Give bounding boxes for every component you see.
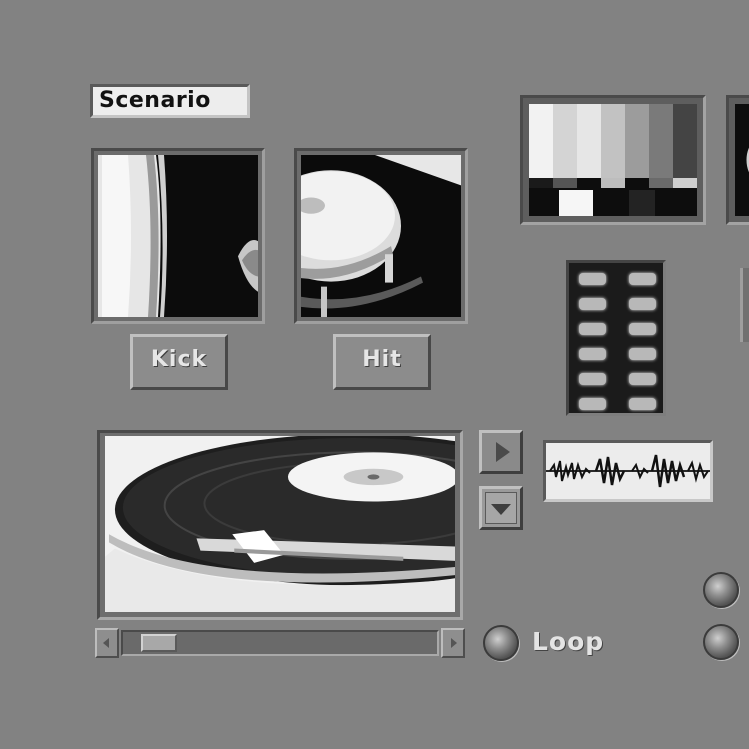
audio-waveform-icon [546,443,710,499]
meter-led [579,398,606,410]
preview-frame [97,430,463,620]
kick-button[interactable]: Kick [130,334,228,390]
meter-led [579,298,606,310]
scroll-track[interactable] [121,630,439,656]
loop-label: Loop [532,627,605,656]
preview-scrollbar[interactable] [95,628,465,658]
hit-thumbnail-frame[interactable] [294,148,468,324]
meter-led [579,348,606,360]
down-triangle-icon [491,504,511,515]
play-button[interactable] [479,430,523,474]
option-radio-2[interactable] [703,624,739,660]
hit-button[interactable]: Hit [333,334,431,390]
secondary-monitor [726,95,749,225]
play-triangle-icon [496,442,510,462]
meter-led [629,323,656,335]
down-button[interactable] [479,486,523,530]
color-bars-monitor [520,95,706,225]
meter-led [629,273,656,285]
waveform-display [543,440,713,502]
meter-led [629,398,656,410]
turntable-platter-image [301,155,461,317]
scroll-right-button[interactable] [441,628,465,658]
scroll-thumb[interactable] [140,634,177,652]
arrow-right-icon [451,638,457,648]
meter-led [579,323,606,335]
meter-led [629,373,656,385]
vinyl-record-image [105,436,455,612]
scenario-title-field[interactable]: Scenario [90,84,250,118]
arrow-left-icon [103,638,109,648]
kick-thumbnail-frame[interactable] [91,148,265,324]
scroll-left-button[interactable] [95,628,119,658]
meter-led [579,273,606,285]
turntable-closeup-image [98,155,258,317]
color-bars-icon [529,104,697,216]
meter-led [629,298,656,310]
loop-radio[interactable] [483,625,519,661]
meter-led [579,373,606,385]
side-panel-slot [740,268,749,342]
option-radio-1[interactable] [703,572,739,608]
level-meter [566,260,666,416]
meter-led [629,348,656,360]
